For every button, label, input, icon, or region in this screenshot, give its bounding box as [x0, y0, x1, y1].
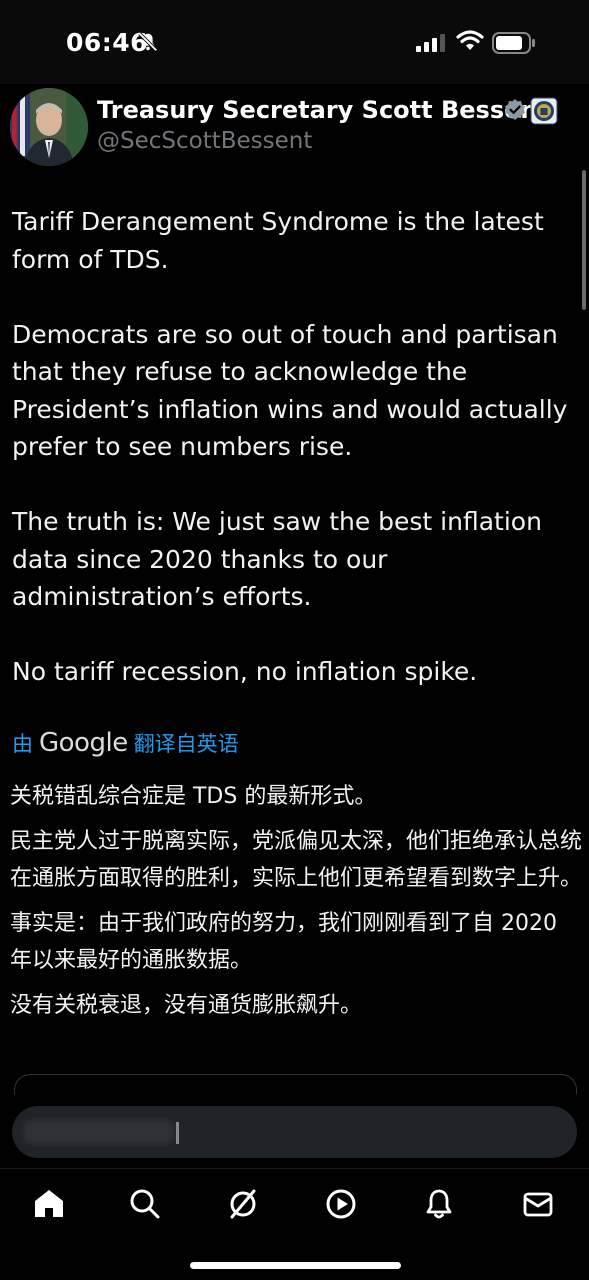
mute-icon	[138, 32, 158, 52]
tweet-paragraph: No tariff recession, no inflation spike.	[12, 657, 478, 686]
battery-icon	[492, 32, 535, 54]
translated-paragraph: 民主党人过于脱离实际，党派偏见太深，他们拒绝承认总统在通胀方面取得的胜利，实际上…	[10, 829, 583, 891]
text-cursor	[176, 1122, 179, 1144]
reply-placeholder	[24, 1120, 174, 1144]
translated-paragraph: 事实是：由于我们政府的努力，我们刚刚看到了自 2020 年以来最好的通胀数据。	[10, 911, 557, 973]
search-icon	[130, 1189, 160, 1219]
verified-icon[interactable]	[503, 98, 527, 122]
google-logo: Google	[39, 728, 128, 758]
tab-video[interactable]	[323, 1186, 359, 1222]
treasury-seal-icon[interactable]	[530, 97, 558, 125]
tweet-screen: 06:46 Treasury Secretary Scott Bessent @…	[0, 0, 589, 1280]
messages-icon	[523, 1192, 553, 1217]
avatar[interactable]	[10, 88, 88, 166]
translated-paragraph: 没有关税衰退，没有通货膨胀飙升。	[10, 993, 363, 1018]
tab-messages[interactable]	[520, 1186, 556, 1222]
wifi-icon	[456, 30, 484, 50]
translation-suffix: 翻译自英语	[133, 732, 239, 756]
translation-attribution[interactable]: 由 Google 翻译自英语	[12, 727, 239, 759]
translated-text: 关税错乱综合症是 TDS 的最新形式。 民主党人过于脱离实际，党派偏见太深，他们…	[10, 778, 584, 1032]
status-bar: 06:46	[0, 0, 589, 84]
home-indicator[interactable]	[190, 1262, 401, 1269]
tab-notifications[interactable]	[421, 1186, 457, 1222]
home-icon	[35, 1190, 63, 1217]
signal-icon	[416, 34, 445, 52]
translated-paragraph: 关税错乱综合症是 TDS 的最新形式。	[10, 784, 377, 809]
tweet-paragraph: The truth is: We just saw the best infla…	[12, 507, 542, 611]
notifications-icon	[426, 1189, 452, 1219]
author-name[interactable]: Treasury Secretary Scott Bessent	[97, 96, 549, 124]
tweet-paragraph: Democrats are so out of touch and partis…	[12, 319, 568, 462]
tweet-text: Tariff Derangement Syndrome is the lates…	[12, 203, 584, 691]
tab-grok[interactable]	[225, 1186, 261, 1222]
tweet-paragraph: Tariff Derangement Syndrome is the lates…	[12, 207, 544, 274]
grok-icon	[230, 1189, 256, 1219]
author-handle[interactable]: @SecScottBessent	[97, 128, 312, 154]
translation-prefix: 由	[12, 732, 33, 756]
video-icon	[326, 1189, 356, 1219]
avatar-image	[10, 88, 88, 166]
status-time: 06:46	[66, 28, 149, 57]
tab-search[interactable]	[127, 1186, 163, 1222]
tab-home[interactable]	[31, 1186, 67, 1222]
